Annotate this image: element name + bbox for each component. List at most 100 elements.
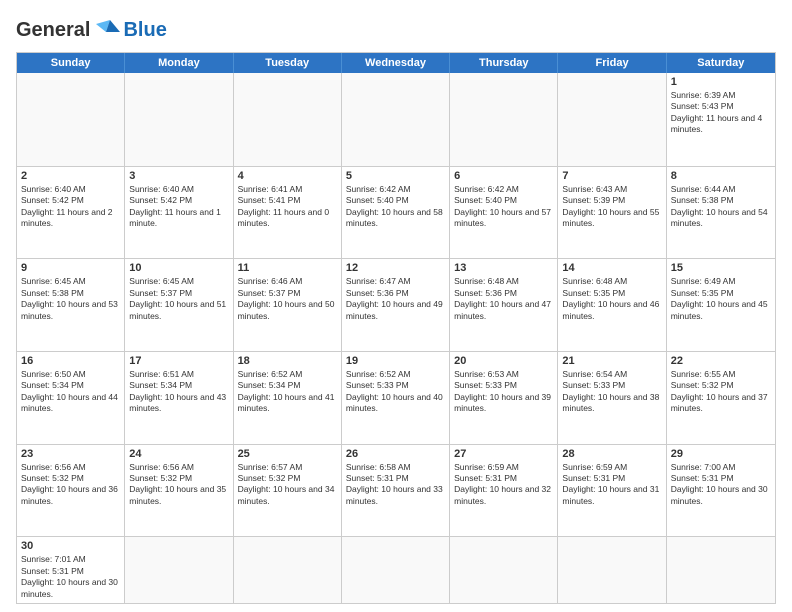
weekday-header-saturday: Saturday	[667, 53, 775, 73]
day-cell-5: 5Sunrise: 6:42 AMSunset: 5:40 PMDaylight…	[342, 167, 450, 259]
weekday-header-sunday: Sunday	[17, 53, 125, 73]
calendar-row-last: 30Sunrise: 7:01 AMSunset: 5:31 PMDayligh…	[17, 536, 775, 603]
day-cell-17: 17Sunrise: 6:51 AMSunset: 5:34 PMDayligh…	[125, 352, 233, 444]
day-cell-11: 11 Sunrise: 6:46 AMSunset: 5:37 PMDayligh…	[234, 259, 342, 351]
day-cell-21: 21 Sunrise: 6:54 AMSunset: 5:33 PMDayligh…	[558, 352, 666, 444]
day-number: 18	[238, 355, 337, 367]
day-cell-13: 13Sunrise: 6:48 AMSunset: 5:36 PMDayligh…	[450, 259, 558, 351]
calendar-row-3: 16 Sunrise: 6:50 AMSunset: 5:34 PMDayligh…	[17, 351, 775, 444]
day-cell-27: 27Sunrise: 6:59 AMSunset: 5:31 PMDayligh…	[450, 445, 558, 537]
day-number: 22	[671, 355, 771, 367]
calendar-row-0: 1 Sunrise: 6:39 AMSunset: 5:43 PMDaylight…	[17, 73, 775, 166]
cell-info: Sunrise: 6:42 AMSunset: 5:40 PMDaylight:…	[454, 184, 551, 228]
calendar-row-4: 23Sunrise: 6:56 AMSunset: 5:32 PMDayligh…	[17, 444, 775, 537]
day-number: 2	[21, 170, 120, 182]
page: General Blue SundayMondayTuesdayWednesda…	[0, 0, 792, 612]
day-cell-22: 22 Sunrise: 6:55 AMSunset: 5:32 PMDayligh…	[667, 352, 775, 444]
cell-info: Sunrise: 6:41 AMSunset: 5:41 PMDaylight:…	[238, 184, 330, 228]
empty-cell	[342, 73, 450, 166]
weekday-header-friday: Friday	[558, 53, 666, 73]
calendar-row-2: 9Sunrise: 6:45 AMSunset: 5:38 PMDaylight…	[17, 258, 775, 351]
day-number: 11	[238, 262, 337, 274]
day-cell-18: 18 Sunrise: 6:52 AMSunset: 5:34 PMDayligh…	[234, 352, 342, 444]
cell-info: Sunrise: 6:44 AMSunset: 5:38 PMDaylight:…	[671, 184, 768, 228]
day-cell-7: 7Sunrise: 6:43 AMSunset: 5:39 PMDaylight…	[558, 167, 666, 259]
empty-cell	[234, 73, 342, 166]
day-cell-24: 24Sunrise: 6:56 AMSunset: 5:32 PMDayligh…	[125, 445, 233, 537]
header: General Blue	[16, 16, 776, 44]
day-cell-16: 16 Sunrise: 6:50 AMSunset: 5:34 PMDayligh…	[17, 352, 125, 444]
day-number: 14	[562, 262, 661, 274]
cell-info: Sunrise: 6:45 AMSunset: 5:37 PMDaylight:…	[129, 276, 226, 320]
day-number: 20	[454, 355, 553, 367]
empty-cell	[17, 73, 125, 166]
cell-info: Sunrise: 6:55 AMSunset: 5:32 PMDaylight:…	[671, 369, 768, 413]
cell-info: Sunrise: 6:40 AMSunset: 5:42 PMDaylight:…	[129, 184, 221, 228]
day-cell-28: 28Sunrise: 6:59 AMSunset: 5:31 PMDayligh…	[558, 445, 666, 537]
day-cell-25: 25Sunrise: 6:57 AMSunset: 5:32 PMDayligh…	[234, 445, 342, 537]
day-number: 1	[671, 76, 771, 88]
day-cell-10: 10 Sunrise: 6:45 AMSunset: 5:37 PMDayligh…	[125, 259, 233, 351]
weekday-header-monday: Monday	[125, 53, 233, 73]
day-number: 3	[129, 170, 228, 182]
empty-cell	[558, 73, 666, 166]
day-cell-23: 23Sunrise: 6:56 AMSunset: 5:32 PMDayligh…	[17, 445, 125, 537]
empty-cell	[234, 537, 342, 603]
day-number: 17	[129, 355, 228, 367]
day-number: 10	[129, 262, 228, 274]
empty-cell	[125, 537, 233, 603]
day-number: 6	[454, 170, 553, 182]
cell-info: Sunrise: 6:53 AMSunset: 5:33 PMDaylight:…	[454, 369, 551, 413]
cell-info: Sunrise: 6:48 AMSunset: 5:36 PMDaylight:…	[454, 276, 551, 320]
day-number: 19	[346, 355, 445, 367]
day-number: 15	[671, 262, 771, 274]
empty-cell	[558, 537, 666, 603]
day-cell-20: 20 Sunrise: 6:53 AMSunset: 5:33 PMDayligh…	[450, 352, 558, 444]
cell-info: Sunrise: 6:54 AMSunset: 5:33 PMDaylight:…	[562, 369, 659, 413]
day-number: 9	[21, 262, 120, 274]
day-cell-29: 29 Sunrise: 7:00 AMSunset: 5:31 PMDayligh…	[667, 445, 775, 537]
cell-info: Sunrise: 6:39 AMSunset: 5:43 PMDaylight:…	[671, 90, 763, 134]
day-cell-12: 12 Sunrise: 6:47 AMSunset: 5:36 PMDayligh…	[342, 259, 450, 351]
weekday-header-wednesday: Wednesday	[342, 53, 450, 73]
day-number: 27	[454, 448, 553, 460]
day-cell-14: 14 Sunrise: 6:48 AMSunset: 5:35 PMDayligh…	[558, 259, 666, 351]
cell-info: Sunrise: 6:56 AMSunset: 5:32 PMDaylight:…	[129, 462, 226, 506]
calendar-header: SundayMondayTuesdayWednesdayThursdayFrid…	[17, 53, 775, 73]
cell-info: Sunrise: 6:47 AMSunset: 5:36 PMDaylight:…	[346, 276, 443, 320]
cell-info: Sunrise: 7:01 AMSunset: 5:31 PMDaylight:…	[21, 554, 118, 598]
cell-info: Sunrise: 6:50 AMSunset: 5:34 PMDaylight:…	[21, 369, 118, 413]
cell-info: Sunrise: 6:56 AMSunset: 5:32 PMDaylight:…	[21, 462, 118, 506]
weekday-header-thursday: Thursday	[450, 53, 558, 73]
day-number: 28	[562, 448, 661, 460]
day-cell-6: 6 Sunrise: 6:42 AMSunset: 5:40 PMDaylight…	[450, 167, 558, 259]
logo-general: General	[16, 19, 90, 42]
logo-combined: General Blue	[16, 16, 167, 44]
cell-info: Sunrise: 6:46 AMSunset: 5:37 PMDaylight:…	[238, 276, 335, 320]
day-number: 21	[562, 355, 661, 367]
day-cell-15: 15 Sunrise: 6:49 AMSunset: 5:35 PMDayligh…	[667, 259, 775, 351]
cell-info: Sunrise: 6:58 AMSunset: 5:31 PMDaylight:…	[346, 462, 443, 506]
day-number: 8	[671, 170, 771, 182]
day-number: 12	[346, 262, 445, 274]
day-cell-19: 19Sunrise: 6:52 AMSunset: 5:33 PMDayligh…	[342, 352, 450, 444]
calendar-row-1: 2 Sunrise: 6:40 AMSunset: 5:42 PMDaylight…	[17, 166, 775, 259]
empty-cell	[342, 537, 450, 603]
day-number: 16	[21, 355, 120, 367]
calendar-body: 1 Sunrise: 6:39 AMSunset: 5:43 PMDaylight…	[17, 73, 775, 603]
day-cell-9: 9Sunrise: 6:45 AMSunset: 5:38 PMDaylight…	[17, 259, 125, 351]
cell-info: Sunrise: 6:49 AMSunset: 5:35 PMDaylight:…	[671, 276, 768, 320]
day-number: 26	[346, 448, 445, 460]
cell-info: Sunrise: 7:00 AMSunset: 5:31 PMDaylight:…	[671, 462, 768, 506]
day-cell-3: 3 Sunrise: 6:40 AMSunset: 5:42 PMDaylight…	[125, 167, 233, 259]
cell-info: Sunrise: 6:48 AMSunset: 5:35 PMDaylight:…	[562, 276, 659, 320]
calendar: SundayMondayTuesdayWednesdayThursdayFrid…	[16, 52, 776, 604]
day-number: 29	[671, 448, 771, 460]
cell-info: Sunrise: 6:40 AMSunset: 5:42 PMDaylight:…	[21, 184, 113, 228]
cell-info: Sunrise: 6:57 AMSunset: 5:32 PMDaylight:…	[238, 462, 335, 506]
day-number: 5	[346, 170, 445, 182]
logo: General Blue	[16, 16, 167, 44]
cell-info: Sunrise: 6:52 AMSunset: 5:34 PMDaylight:…	[238, 369, 335, 413]
day-number: 4	[238, 170, 337, 182]
logo-blue: Blue	[123, 19, 166, 42]
